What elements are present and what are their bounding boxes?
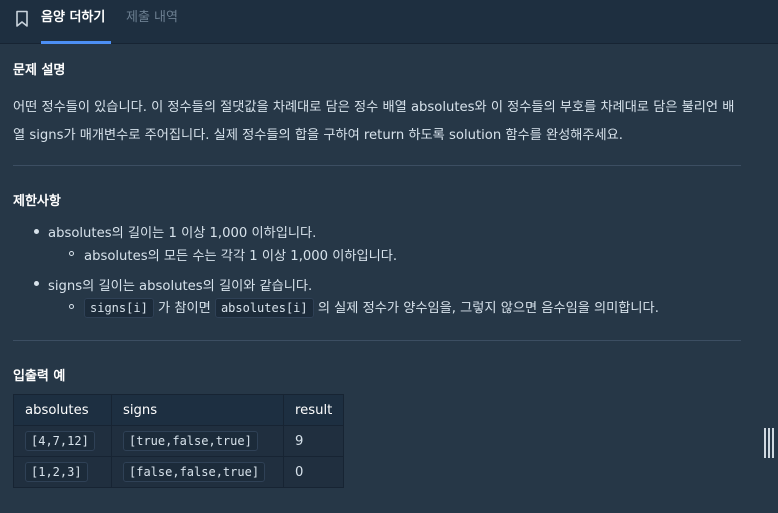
table-header-row: absolutes signs result (13, 394, 345, 426)
constraint-item: signs의 길이는 absolutes의 길이와 같습니다. (48, 279, 313, 294)
table-cell: 0 (282, 456, 345, 488)
tab-submissions[interactable]: 제출 내역 (126, 10, 178, 26)
divider (13, 165, 741, 166)
inline-code: [1,2,3] (25, 461, 88, 482)
bullet-dot (34, 281, 39, 286)
table-row: [1,2,3] [false,false,true] 0 (13, 456, 345, 488)
table-cell: 9 (282, 425, 345, 457)
inline-code: [4,7,12] (25, 430, 95, 451)
tab-problem[interactable]: 음양 더하기 (41, 10, 105, 26)
resize-handle-icon[interactable] (762, 428, 774, 458)
problem-description: 어떤 정수들이 있습니다. 이 정수들의 절댓값을 차례대로 담은 정수 배열 … (13, 100, 735, 143)
active-tab-indicator (41, 41, 111, 44)
column-header: signs (111, 394, 284, 426)
constraint-subitem: signs[i] 가 참이면 absolutes[i] 의 실제 정수가 양수임… (84, 297, 659, 318)
bookmark-icon[interactable] (14, 10, 30, 28)
divider (13, 340, 741, 341)
inline-code: [false,false,true] (123, 461, 266, 482)
column-header: absolutes (13, 394, 112, 426)
constraint-subitem: absolutes의 모든 수는 각각 1 이상 1,000 이하입니다. (84, 249, 398, 264)
table-cell: [1,2,3] (13, 456, 112, 488)
tab-bar: 음양 더하기 제출 내역 (0, 0, 778, 44)
sub-bullet-circle (69, 251, 74, 256)
constraint-text: 의 실제 정수가 양수임을, 그렇지 않으면 음수임을 의미합니다. (317, 301, 659, 316)
inline-code: [true,false,true] (123, 430, 258, 451)
table-cell: [false,false,true] (111, 456, 284, 488)
sub-bullet-circle (69, 304, 74, 309)
constraint-item: absolutes의 길이는 1 이상 1,000 이하입니다. (48, 226, 317, 241)
column-header: result (282, 394, 345, 426)
constraint-text: 가 참이면 (158, 301, 211, 316)
inline-code: absolutes[i] (214, 298, 314, 318)
table-cell: [4,7,12] (13, 425, 112, 457)
problem-description-title: 문제 설명 (13, 63, 66, 78)
table-cell: [true,false,true] (111, 425, 284, 457)
bullet-dot (34, 229, 39, 234)
examples-table: absolutes signs result [4,7,12] [true,fa… (13, 394, 345, 488)
examples-title: 입출력 예 (13, 369, 66, 384)
inline-code: signs[i] (84, 298, 154, 318)
constraints-title: 제한사항 (13, 194, 61, 209)
table-row: [4,7,12] [true,false,true] 9 (13, 425, 345, 457)
